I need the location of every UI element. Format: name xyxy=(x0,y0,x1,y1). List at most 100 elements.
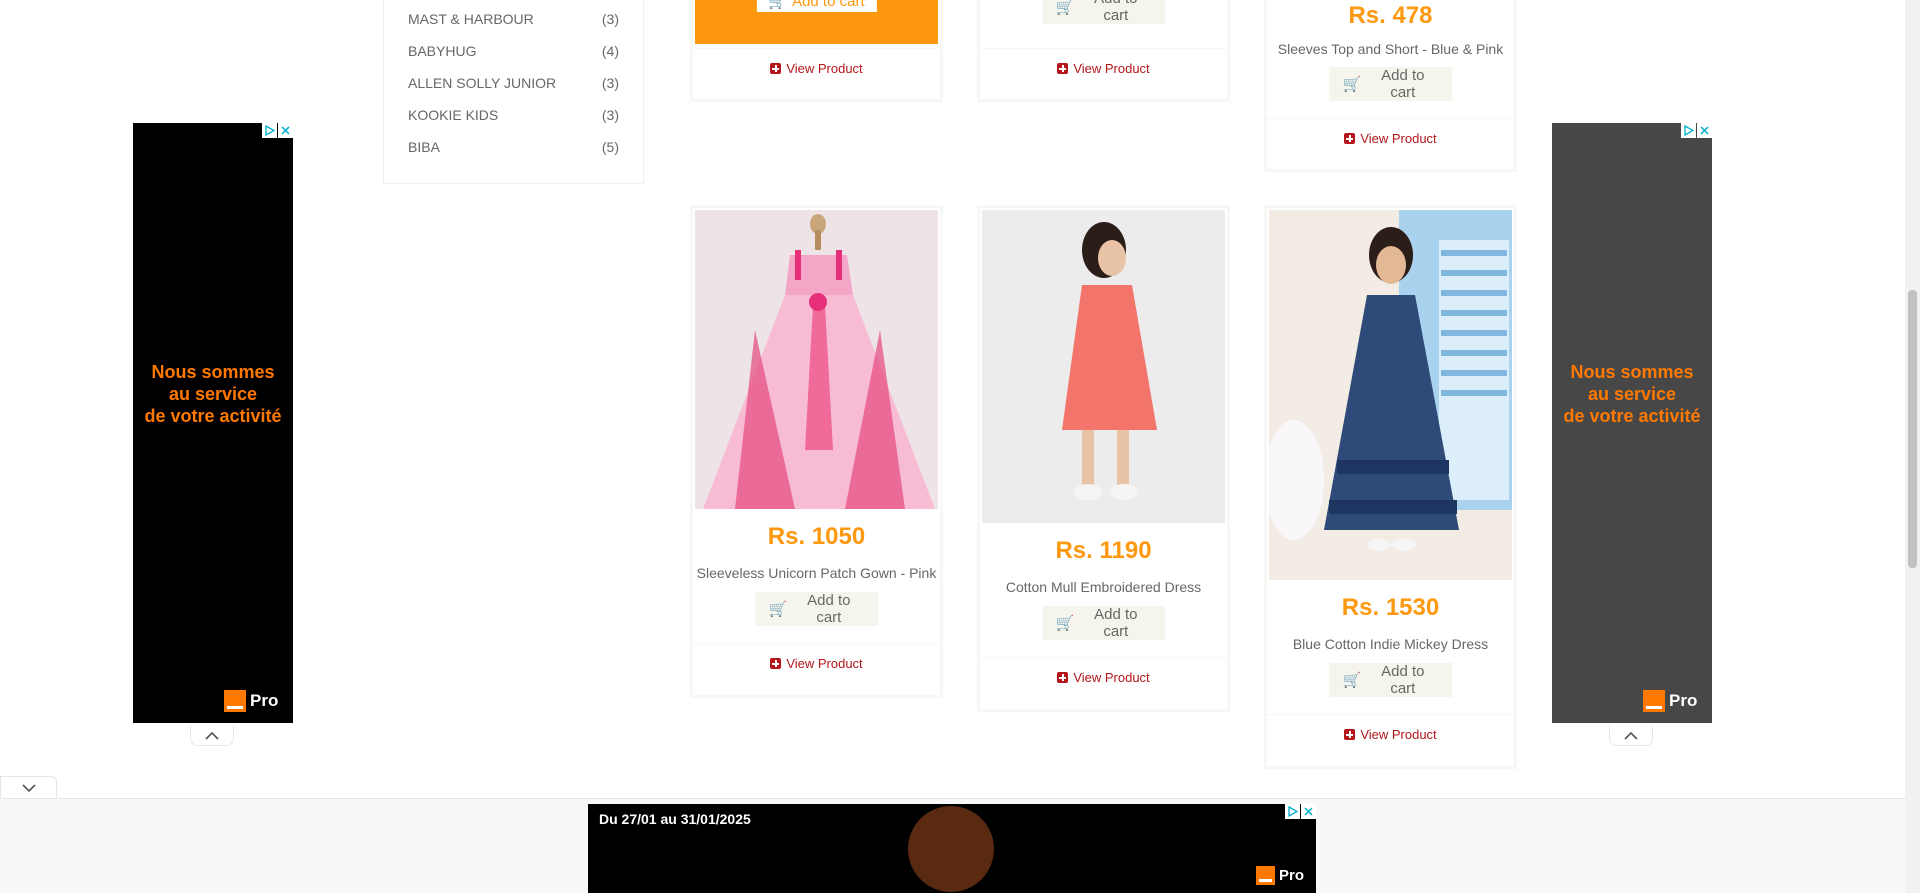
cart-icon: 🛒 xyxy=(1055,0,1075,16)
add-to-cart-label: Add to cart xyxy=(1094,0,1137,24)
brand-count: (3) xyxy=(601,75,619,91)
product-card: 🛒 Add to cart View Product xyxy=(690,0,943,102)
scrollbar-thumb[interactable] xyxy=(1908,290,1917,568)
product-card: Rs. 1050 Sleeveless Unicorn Patch Gown -… xyxy=(690,205,943,698)
ad-text-line: Nous sommes xyxy=(151,362,275,382)
left-ad-collapse-button[interactable] xyxy=(190,726,234,746)
product-price: Rs. 1190 xyxy=(1055,537,1152,564)
pink-gown-image xyxy=(695,210,938,509)
product-price: Rs. 1530 xyxy=(1341,594,1440,621)
ad-text-line: de votre activité xyxy=(1563,406,1701,426)
add-to-cart-label: Add to cart xyxy=(1381,663,1425,697)
ad-badge[interactable] xyxy=(1285,804,1316,819)
bottom-ad[interactable]: Du 27/01 au 31/01/2025 Pro xyxy=(588,804,1316,893)
pro-label: Pro xyxy=(1669,691,1698,710)
product-image[interactable] xyxy=(982,210,1225,523)
add-to-cart-button[interactable]: 🛒 Add to cart xyxy=(1328,67,1453,101)
plus-square-icon xyxy=(1057,63,1069,74)
view-product-link[interactable]: View Product xyxy=(693,61,940,76)
chevron-up-icon xyxy=(205,731,219,740)
product-card: Rs. 1190 Cotton Mull Embroidered Dress 🛒… xyxy=(977,205,1230,712)
add-to-cart-button[interactable]: 🛒 Add to cart xyxy=(1328,663,1453,697)
add-to-cart-label: Add to cart xyxy=(792,0,865,10)
brand-count: (4) xyxy=(601,43,619,59)
cart-icon: 🛒 xyxy=(1342,672,1362,689)
product-price: Rs. 1050 xyxy=(767,523,866,550)
add-to-cart-label: Add to cart xyxy=(1094,606,1138,640)
brand-name[interactable]: KOOKIE KIDS xyxy=(408,107,498,123)
product-overlay: 🛒 Add to cart xyxy=(695,0,938,44)
product-card: 🛒 Add to cart View Product xyxy=(977,0,1230,102)
adchoices-icon[interactable] xyxy=(1681,123,1696,138)
product-name: Sleeveless Unicorn Patch Gown - Pink xyxy=(696,565,937,581)
pro-label: Pro xyxy=(250,691,279,710)
brand-name[interactable]: ALLEN SOLLY JUNIOR xyxy=(408,75,556,91)
orange-logo-icon xyxy=(1256,866,1275,885)
product-image[interactable] xyxy=(695,210,938,509)
orange-logo-icon xyxy=(1643,690,1665,712)
view-product-label: View Product xyxy=(1360,727,1437,742)
orange-pro-logo: Pro xyxy=(1643,690,1697,712)
add-to-cart-button[interactable]: 🛒 Add to cart xyxy=(756,0,877,12)
brand-item-babyhug[interactable]: BABYHUG (4) xyxy=(408,41,619,61)
adchoices-icon[interactable] xyxy=(262,123,277,138)
adchoices-icon[interactable] xyxy=(1285,804,1300,819)
vertical-scrollbar[interactable] xyxy=(1905,0,1920,893)
divider xyxy=(1267,714,1514,715)
ad-badge[interactable] xyxy=(1681,123,1712,138)
brand-item-kookie-kids[interactable]: KOOKIE KIDS (3) xyxy=(408,105,619,125)
ad-text-line: au service xyxy=(168,384,258,404)
view-product-link[interactable]: View Product xyxy=(1267,131,1514,146)
product-name: Sleeves Top and Short - Blue & Pink xyxy=(1277,41,1504,57)
view-product-label: View Product xyxy=(1360,131,1437,146)
add-to-cart-label: Add to cart xyxy=(807,592,851,626)
close-icon[interactable] xyxy=(278,123,293,138)
plus-square-icon xyxy=(770,658,782,669)
view-product-label: View Product xyxy=(1073,670,1150,685)
plus-square-icon xyxy=(1344,133,1356,144)
ad-text: Nous sommes au service de votre activité xyxy=(1552,361,1712,427)
brand-name[interactable]: BABYHUG xyxy=(408,43,476,59)
divider xyxy=(693,643,940,644)
brand-count: (3) xyxy=(601,107,619,123)
view-product-label: View Product xyxy=(786,61,863,76)
add-to-cart-button[interactable]: 🛒 Add to cart xyxy=(1041,606,1166,640)
brand-item-mast-harbour[interactable]: MAST & HARBOUR (3) xyxy=(408,9,619,29)
right-ad-collapse-button[interactable] xyxy=(1609,726,1653,746)
view-product-link[interactable]: View Product xyxy=(980,61,1227,76)
pro-label: Pro xyxy=(1279,867,1305,884)
bottom-ad-collapse-button[interactable] xyxy=(0,776,57,798)
product-card: Rs. 1530 Blue Cotton Indie Mickey Dress … xyxy=(1264,205,1517,769)
ad-text-line: au service xyxy=(1587,384,1677,404)
view-product-link[interactable]: View Product xyxy=(980,670,1227,685)
close-icon[interactable] xyxy=(1697,123,1712,138)
orange-pro-logo: Pro xyxy=(1256,866,1304,885)
brand-item-biba[interactable]: BIBA (5) xyxy=(408,137,619,157)
divider xyxy=(693,48,940,49)
add-to-cart-button[interactable]: 🛒 Add to cart xyxy=(1041,0,1166,24)
product-name: Blue Cotton Indie Mickey Dress xyxy=(1292,636,1489,652)
orange-logo-icon xyxy=(224,690,246,712)
coral-dress-image xyxy=(982,210,1225,523)
view-product-link[interactable]: View Product xyxy=(1267,727,1514,742)
brand-count: (5) xyxy=(601,139,619,155)
chevron-up-icon xyxy=(1624,731,1638,740)
brand-name[interactable]: BIBA xyxy=(408,139,440,155)
orange-pro-logo: Pro xyxy=(224,690,278,712)
ad-text-line: Nous sommes xyxy=(1570,362,1694,382)
add-to-cart-button[interactable]: 🛒 Add to cart xyxy=(754,592,879,626)
plus-square-icon xyxy=(1344,729,1356,740)
product-image[interactable] xyxy=(1269,210,1512,580)
ad-badge[interactable] xyxy=(262,123,293,138)
left-ad[interactable]: Nous sommes au service de votre activité… xyxy=(133,123,293,723)
plus-square-icon xyxy=(1057,672,1069,683)
view-product-link[interactable]: View Product xyxy=(693,656,940,671)
product-name: Cotton Mull Embroidered Dress xyxy=(1005,579,1202,595)
brand-item-allen-solly-junior[interactable]: ALLEN SOLLY JUNIOR (3) xyxy=(408,73,619,93)
right-ad[interactable]: Nous sommes au service de votre activité… xyxy=(1552,123,1712,723)
brand-count: (3) xyxy=(601,11,619,27)
close-icon[interactable] xyxy=(1301,804,1316,819)
product-price: Rs. 478 xyxy=(1348,2,1433,29)
brand-name[interactable]: MAST & HARBOUR xyxy=(408,11,534,27)
cart-icon: 🛒 xyxy=(1055,615,1075,632)
